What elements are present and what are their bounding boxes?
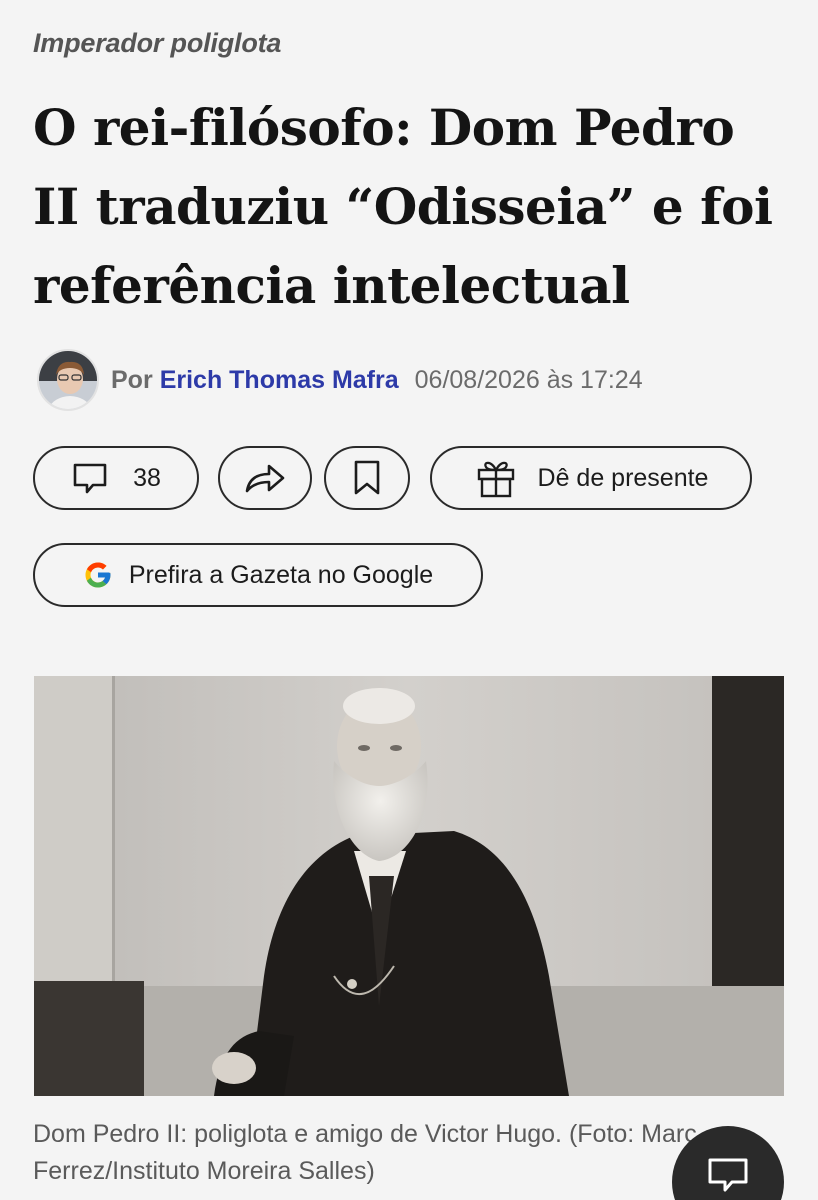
article-kicker[interactable]: Imperador poliglota [33,28,281,59]
prefer-google-button[interactable]: Prefira a Gazeta no Google [33,543,483,607]
comments-button[interactable]: 38 [33,446,199,510]
comment-icon [71,459,109,497]
author-link[interactable]: Erich Thomas Mafra [160,366,399,395]
publish-date: 06/08/2026 às 17:24 [414,365,643,394]
prefer-google-label: Prefira a Gazeta no Google [128,560,434,589]
gift-label: Dê de presente [537,463,709,492]
dom-pedro-portrait-image [34,676,784,1096]
google-icon [83,560,113,590]
gift-icon [474,456,518,500]
gift-button[interactable]: Dê de presente [430,446,752,510]
bookmark-button[interactable] [324,446,410,510]
article-photo[interactable] [34,676,784,1096]
comments-count: 38 [133,463,161,492]
share-button[interactable] [218,446,312,510]
author-avatar[interactable] [37,349,99,411]
comment-icon [706,1156,750,1200]
byline-prefix: Por [111,365,153,394]
article-headline: O rei-filósofo: Dom Pedro II traduziu “O… [33,98,773,315]
bookmark-icon [352,459,382,497]
byline: Por Erich Thomas Mafra 06/08/2026 às 17:… [37,348,643,412]
share-icon [243,459,287,497]
author-avatar-image [39,351,97,409]
